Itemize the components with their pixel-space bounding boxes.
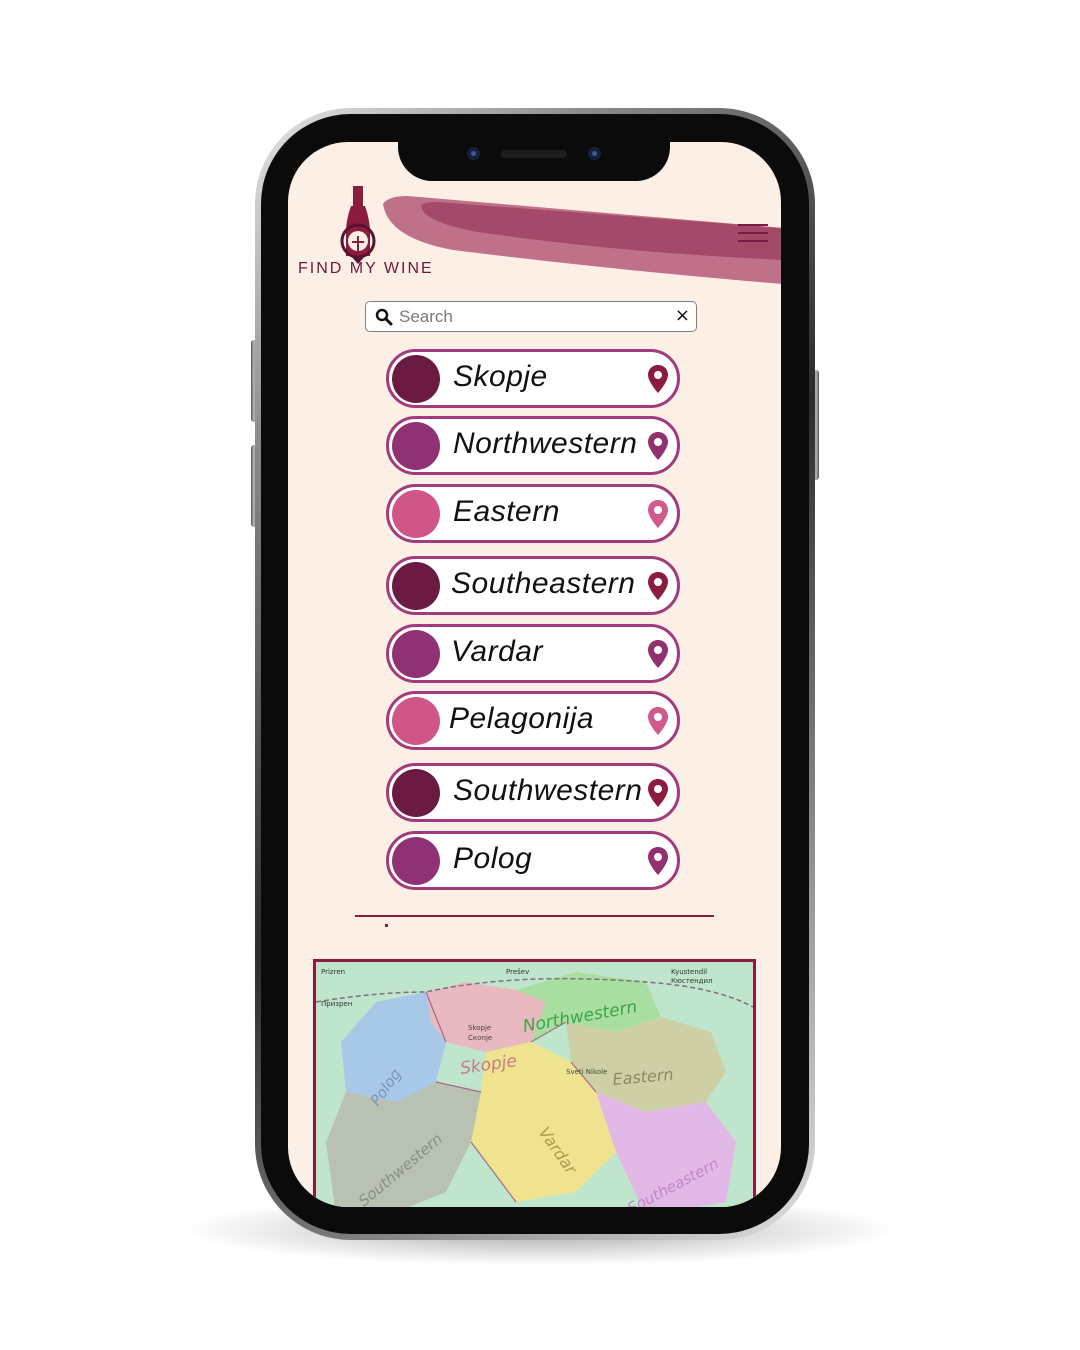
map-place-label: Sveti Nikole	[566, 1068, 607, 1076]
location-pin-icon[interactable]	[648, 707, 668, 735]
search-icon	[375, 308, 393, 326]
region-label: Vardar	[451, 635, 543, 668]
region-color-dot	[392, 837, 440, 885]
region-label: Skopje	[453, 360, 548, 393]
app-screen: FIND MY WINE × Skopje Northwestern Easte…	[288, 142, 781, 1207]
region-label: Eastern	[453, 495, 560, 528]
map-place-label: Prizren	[321, 968, 345, 976]
phone-notch	[398, 128, 670, 181]
search-input[interactable]	[399, 306, 649, 328]
region-southeastern-button[interactable]: Southeastern	[386, 556, 680, 615]
region-label: Pelagonija	[449, 702, 595, 735]
location-pin-icon[interactable]	[648, 432, 668, 460]
search-bar: ×	[365, 301, 697, 332]
section-divider	[355, 915, 714, 917]
region-southwestern-button[interactable]: Southwestern	[386, 763, 680, 822]
map-place-label: Кюстендил	[671, 977, 713, 985]
map-place-label: Скопје	[468, 1034, 492, 1042]
region-skopje-button[interactable]: Skopje	[386, 349, 680, 408]
location-pin-icon[interactable]	[648, 640, 668, 668]
region-label: Southwestern	[453, 774, 643, 807]
region-color-dot	[392, 769, 440, 817]
location-pin-icon[interactable]	[648, 500, 668, 528]
region-color-dot	[392, 630, 440, 678]
map-place-label: Skopje	[468, 1024, 491, 1032]
map-place-label: Prešev	[506, 968, 529, 976]
region-label: Polog	[453, 842, 533, 875]
camera-icon	[467, 147, 480, 160]
clear-search-icon[interactable]: ×	[675, 305, 690, 326]
region-northwestern-button[interactable]: Northwestern	[386, 416, 680, 475]
region-pelagonija-button[interactable]: Pelagonija	[386, 691, 680, 750]
region-color-dot	[392, 562, 440, 610]
speaker-grille	[501, 150, 567, 158]
map-place-label: Призрен	[321, 1000, 352, 1008]
location-pin-icon[interactable]	[648, 365, 668, 393]
region-color-dot	[392, 490, 440, 538]
location-pin-icon[interactable]	[648, 572, 668, 600]
sensor-icon	[588, 147, 601, 160]
location-pin-icon[interactable]	[648, 847, 668, 875]
header-swoosh	[383, 196, 781, 284]
region-vardar-button[interactable]: Vardar	[386, 624, 680, 683]
region-eastern-button[interactable]: Eastern	[386, 484, 680, 543]
hamburger-menu-icon[interactable]	[738, 224, 768, 246]
location-pin-icon[interactable]	[648, 779, 668, 807]
divider-mark	[385, 924, 388, 927]
region-map-illustration: Prizren Призрен Skopje Скопје Kyustendil…	[316, 962, 753, 1207]
region-color-dot	[392, 697, 440, 745]
region-polog-button[interactable]: Polog	[386, 831, 680, 890]
map-place-label: Kyustendil	[671, 968, 707, 976]
region-label: Northwestern	[453, 427, 638, 460]
region-label: Southeastern	[451, 567, 636, 600]
region-color-dot	[392, 422, 440, 470]
regions-map[interactable]: Prizren Призрен Skopje Скопје Kyustendil…	[313, 959, 756, 1207]
region-color-dot	[392, 355, 440, 403]
